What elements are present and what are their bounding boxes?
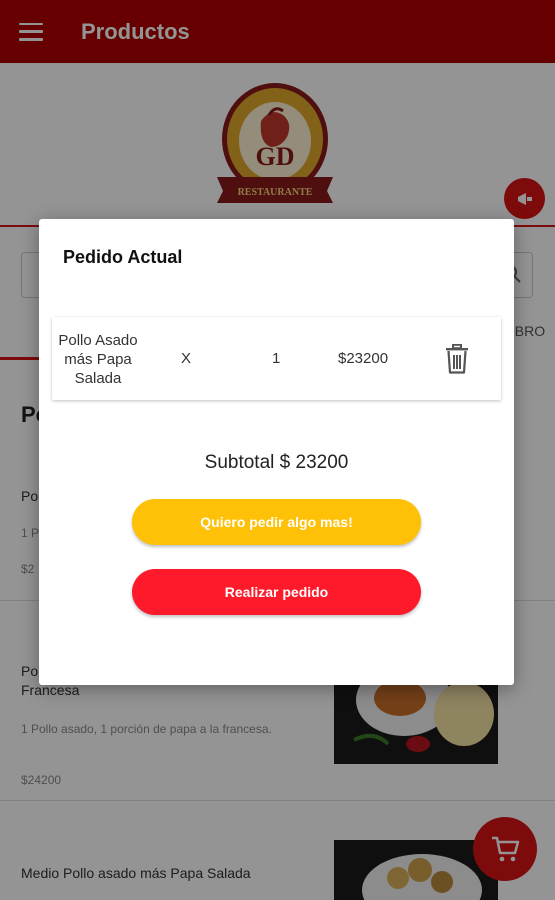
order-more-button[interactable]: Quiero pedir algo mas! — [132, 499, 421, 545]
order-item-name: Pollo Asado más Papa Salada — [58, 332, 138, 387]
order-item-quantity: 1 — [272, 350, 281, 367]
place-order-button[interactable]: Realizar pedido — [132, 569, 421, 615]
delete-trash-icon[interactable] — [445, 344, 469, 374]
order-item-times: X — [181, 350, 192, 367]
current-order-dialog: Pedido Actual Pollo Asado más Papa Salad… — [39, 219, 514, 685]
dialog-title: Pedido Actual — [63, 247, 183, 267]
subtotal-text: Subtotal $ 23200 — [204, 452, 349, 473]
order-item-row: Pollo Asado más Papa Salada X 1 $23200 — [52, 317, 501, 400]
order-item-price: $23200 — [338, 350, 389, 367]
